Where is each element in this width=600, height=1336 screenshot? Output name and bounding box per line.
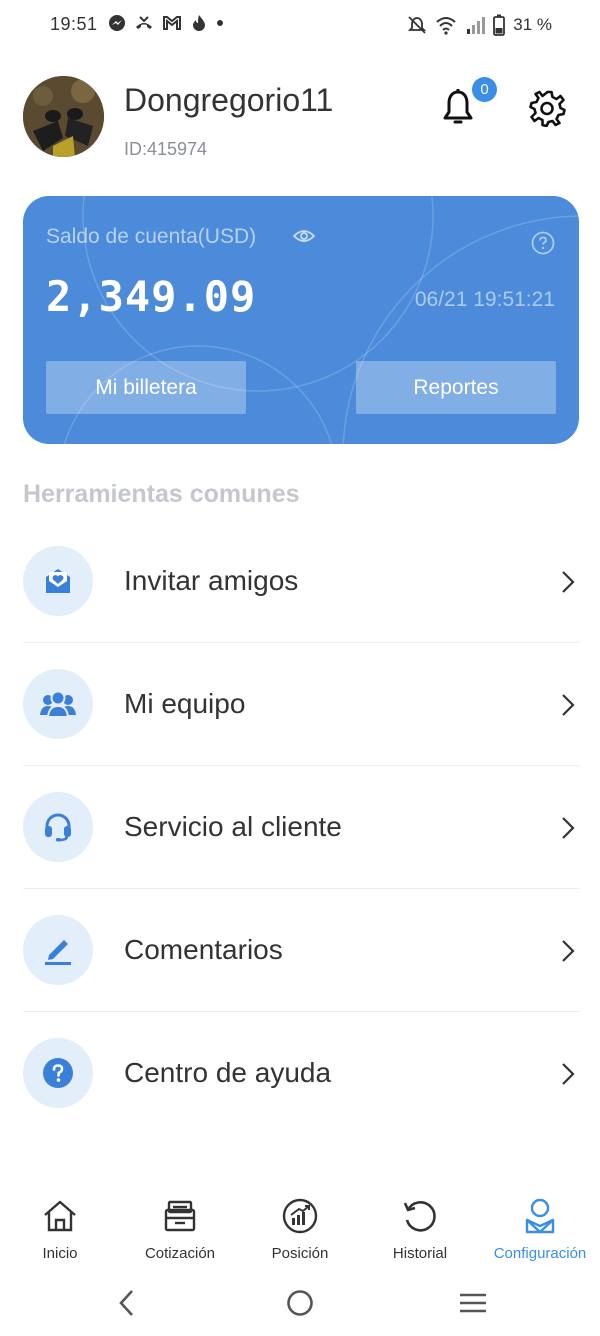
tool-label: Centro de ayuda: [124, 1057, 332, 1088]
home-circle-icon[interactable]: [286, 1288, 314, 1318]
question-icon[interactable]: [531, 231, 555, 255]
mute-icon: [408, 16, 427, 34]
account-balance-value: 2,349.09: [46, 272, 257, 321]
eye-icon[interactable]: [293, 228, 315, 244]
status-time: 19:51: [50, 14, 98, 34]
recents-menu-icon[interactable]: [458, 1288, 488, 1318]
nav-item-home[interactable]: Inicio: [0, 1196, 120, 1272]
nav-item-history[interactable]: Historial: [360, 1196, 480, 1272]
help-icon: [43, 1058, 73, 1088]
tools-list: Invitar amigos Mi equipo Servicio al cli…: [23, 520, 579, 1135]
balance-timestamp: 06/21 19:51:21: [414, 288, 555, 311]
pen-icon: [45, 940, 71, 965]
chevron-right-icon: [562, 940, 575, 962]
nav-item-position[interactable]: Posición: [240, 1196, 360, 1272]
tool-item-comments[interactable]: Comentarios: [23, 889, 579, 1012]
system-navigation-bar: [0, 1280, 600, 1330]
avatar[interactable]: [23, 76, 104, 157]
profile-icon: [525, 1198, 555, 1234]
username: Dongregorio11: [124, 82, 334, 118]
wallet-button[interactable]: Mi billetera: [46, 361, 246, 414]
tool-label: Servicio al cliente: [124, 811, 342, 842]
tool-item-help-center[interactable]: Centro de ayuda: [23, 1012, 579, 1135]
messenger-icon: [109, 15, 125, 31]
notification-badge: 0: [472, 77, 497, 102]
tool-label: Invitar amigos: [124, 565, 299, 596]
user-id: ID:415974: [124, 139, 208, 159]
nav-label: Posición: [271, 1245, 329, 1262]
headset-icon: [45, 813, 71, 842]
tool-item-invite-friends[interactable]: Invitar amigos: [23, 520, 579, 643]
history-icon: [403, 1201, 436, 1232]
invite-icon: [46, 569, 70, 593]
battery-icon: [493, 14, 506, 36]
nav-label: Cotización: [144, 1245, 216, 1262]
nav-label: Inicio: [42, 1245, 78, 1262]
chevron-right-icon: [562, 817, 575, 839]
tool-label: Mi equipo: [124, 688, 246, 719]
chevron-right-icon: [562, 694, 575, 716]
notification-bell-icon[interactable]: [440, 88, 476, 128]
home-icon: [44, 1200, 76, 1232]
position-icon: [282, 1198, 318, 1234]
nav-label: Historial: [392, 1245, 448, 1262]
tool-item-customer-service[interactable]: Servicio al cliente: [23, 766, 579, 889]
nav-item-quotes[interactable]: Cotización: [120, 1196, 240, 1272]
tool-label: Comentarios: [124, 934, 283, 965]
dot-icon: [217, 20, 223, 26]
tools-section-title: Herramientas comunes: [23, 480, 300, 508]
avatar-image: [23, 76, 104, 157]
tool-item-my-team[interactable]: Mi equipo: [23, 643, 579, 766]
back-icon[interactable]: [116, 1288, 138, 1318]
account-balance-card: Saldo de cuenta(USD) 2,349.09 06/21 19:5…: [23, 196, 579, 444]
fire-icon: [193, 15, 205, 31]
settings-gear-icon[interactable]: [528, 89, 566, 127]
gmail-icon: [163, 16, 181, 30]
status-bar: 19:51 31 %: [0, 0, 600, 50]
reports-button[interactable]: Reportes: [356, 361, 556, 414]
quotes-icon: [164, 1200, 196, 1232]
nav-label: Configuración: [493, 1245, 587, 1262]
bottom-navigation: Inicio Cotización Posición Historial Con…: [0, 1196, 600, 1272]
chevron-right-icon: [562, 571, 575, 593]
account-balance-label: Saldo de cuenta(USD): [46, 225, 257, 248]
wifi-icon: [436, 17, 456, 35]
battery-percentage: 31 %: [513, 15, 552, 34]
signal-icon: [467, 17, 486, 34]
chevron-right-icon: [562, 1063, 575, 1085]
missed-call-icon: [136, 16, 152, 29]
team-icon: [40, 690, 76, 718]
nav-item-settings[interactable]: Configuración: [480, 1196, 600, 1272]
